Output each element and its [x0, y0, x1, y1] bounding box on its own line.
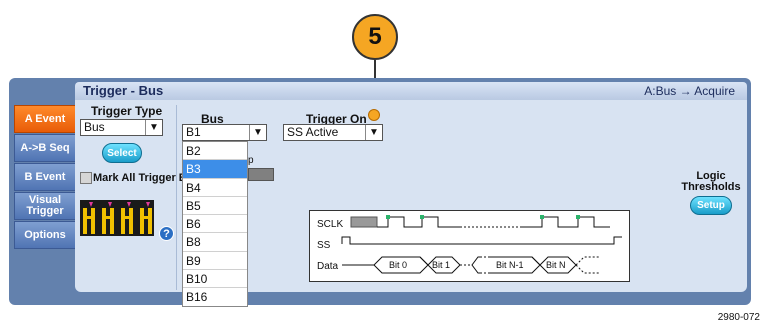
trigger-type-label: Trigger Type	[91, 104, 163, 118]
ss-wave	[341, 236, 622, 245]
window-title: Trigger - Bus	[83, 83, 164, 98]
dropdown-item-b3[interactable]: B3	[183, 160, 247, 179]
trigger-status: A:Bus → Acquire	[644, 84, 735, 98]
bus-value: B1	[186, 125, 201, 139]
ss-label: SS	[317, 240, 331, 251]
bit1-label: Bit 1	[432, 260, 450, 270]
timing-diagram: SCLK SS Data Bit 0 Bit 1 Bit N-1 Bit N	[309, 210, 630, 282]
logic-thresholds-label: Logic Thresholds	[681, 170, 741, 193]
bus-dropdown-list[interactable]: B2 B3 B4 B5 B6 B8 B9 B10 B16	[182, 141, 248, 307]
dropdown-item-b4[interactable]: B4	[183, 179, 247, 197]
sclk-label: SCLK	[317, 219, 343, 230]
column-divider	[176, 105, 177, 290]
setup-button[interactable]: Setup	[690, 196, 732, 215]
tab-b-event[interactable]: B Event	[14, 163, 76, 191]
dropdown-item-b2[interactable]: B2	[183, 142, 247, 161]
dropdown-item-b16[interactable]: B16	[183, 288, 247, 306]
tab-visual-trigger[interactable]: Visual Trigger	[14, 192, 76, 220]
chevron-down-icon[interactable]: ▼	[249, 125, 266, 140]
gray-indicator	[248, 168, 274, 181]
tab-options[interactable]: Options	[14, 221, 76, 249]
tab-a-b-seq[interactable]: A->B Seq	[14, 134, 76, 162]
bitn-1-label: Bit N-1	[496, 260, 524, 270]
sclk-wave	[377, 216, 610, 228]
trigger-type-select[interactable]: Bus ▼	[80, 119, 163, 136]
dropdown-item-b8[interactable]: B8	[183, 233, 247, 252]
select-button[interactable]: Select	[102, 143, 142, 163]
data-label: Data	[317, 261, 339, 272]
dropdown-item-b9[interactable]: B9	[183, 252, 247, 271]
dropdown-item-b6[interactable]: B6	[183, 215, 247, 234]
help-icon[interactable]: ?	[159, 226, 174, 241]
waveform-thumbnail-icon	[80, 200, 154, 236]
bus-select[interactable]: B1 ▼	[182, 124, 267, 141]
chevron-down-icon[interactable]: ▼	[145, 120, 162, 135]
callout-pointer-dot	[368, 109, 380, 121]
bitn-label: Bit N	[546, 260, 566, 270]
title-bar: Trigger - Bus A:Bus → Acquire	[75, 82, 747, 100]
dropdown-item-b5[interactable]: B5	[183, 197, 247, 216]
dropdown-item-b10[interactable]: B10	[183, 270, 247, 289]
bit0-label: Bit 0	[389, 260, 407, 270]
chevron-down-icon[interactable]: ▼	[365, 125, 382, 140]
tab-a-event[interactable]: A Event	[14, 105, 76, 133]
trigger-type-value: Bus	[84, 120, 105, 134]
trigger-on-select[interactable]: SS Active ▼	[283, 124, 383, 141]
figure-number: 2980-072	[717, 312, 760, 323]
callout-number: 5	[352, 14, 398, 60]
trigger-on-value: SS Active	[287, 125, 339, 139]
mark-all-checkbox[interactable]	[80, 172, 92, 184]
sclk-idle-block	[350, 216, 378, 228]
partial-label: p	[248, 155, 254, 166]
timing-waveforms: SCLK SS Data Bit 0 Bit 1 Bit N-1 Bit N	[317, 215, 622, 274]
